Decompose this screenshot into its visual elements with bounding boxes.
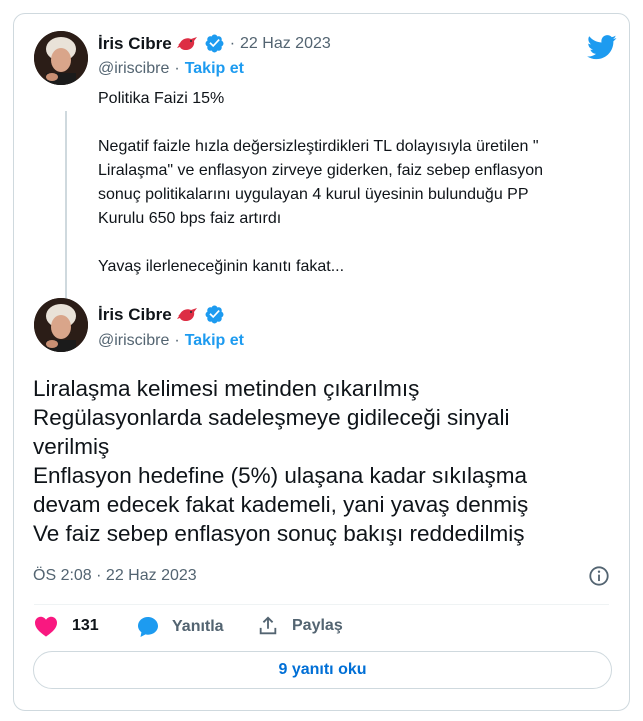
author-name[interactable]: İris Cibre xyxy=(98,305,172,325)
bird-emoji-icon xyxy=(176,36,197,50)
tweet-text-line: devam edecek fakat kademeli, yani yavaş … xyxy=(33,492,529,517)
avatar[interactable] xyxy=(34,298,88,352)
share-icon xyxy=(259,616,277,635)
reply-bubble-icon xyxy=(138,617,158,637)
bird-emoji-icon xyxy=(176,307,197,321)
tweet-text-line: Yavaş ilerleneceğinin kanıtı fakat... xyxy=(98,258,345,275)
tweet-text-line: Regülasyonlarda sadeleşmeye gidileceği s… xyxy=(33,405,510,430)
tweet-text-line: Politika Faizi 15% xyxy=(98,90,225,107)
embedded-tweet-card: İris Cibre · 22 Haz 2023 @iriscibre · Ta… xyxy=(13,13,630,711)
follow-link[interactable]: Takip et xyxy=(185,332,244,350)
separator-dot: · xyxy=(174,60,180,77)
author-handle[interactable]: @iriscibre xyxy=(98,332,169,350)
tweet-text-line: Liralaşma kelimesi metinden çıkarılmış xyxy=(33,376,420,401)
read-replies-label: 9 yanıtı oku xyxy=(278,661,367,678)
twitter-bird-icon[interactable] xyxy=(587,35,617,60)
main-author-row: İris Cibre xyxy=(98,304,225,325)
tweet-text-line: Kurulu 650 bps faiz artırdı xyxy=(98,210,282,227)
tweet-text-line: verilmiş xyxy=(33,434,110,459)
parent-author-row: İris Cibre · 22 Haz 2023 xyxy=(98,33,331,54)
separator-dot: · xyxy=(174,332,180,349)
avatar-image xyxy=(34,298,88,352)
tweet-timestamp[interactable]: ÖS 2:08 · 22 Haz 2023 xyxy=(33,567,197,585)
verified-badge-icon xyxy=(205,34,224,53)
parent-handle-row: @iriscibre · Takip et xyxy=(98,60,244,78)
separator-dot: · xyxy=(229,34,236,52)
read-replies-button[interactable]: 9 yanıtı oku xyxy=(33,651,612,689)
verified-badge-icon xyxy=(205,305,224,324)
info-icon[interactable] xyxy=(588,565,610,587)
avatar[interactable] xyxy=(34,31,88,85)
avatar-image xyxy=(34,31,88,85)
main-handle-row: @iriscibre · Takip et xyxy=(98,332,244,350)
author-name[interactable]: İris Cibre xyxy=(98,34,172,54)
heart-icon xyxy=(35,616,57,637)
follow-link[interactable]: Takip et xyxy=(185,60,244,78)
parent-tweet-text: Politika Faizi 15% Negatif faizle hızla … xyxy=(98,87,618,279)
like-action[interactable]: 131 xyxy=(34,615,99,637)
thread-connector-line xyxy=(65,111,67,299)
share-action[interactable]: Paylaş xyxy=(257,615,343,637)
tweet-text-line: sonuç politikalarını uygulayan 4 kurul ü… xyxy=(98,186,529,203)
tweet-text-line: Liralaşma" ve enflasyon zirveye giderken… xyxy=(98,162,544,179)
reply-action[interactable]: Yanıtla xyxy=(136,615,224,639)
divider xyxy=(34,604,609,605)
tweet-text-line xyxy=(98,111,618,135)
tweet-text-line: Negatif faizle hızla değersizleştirdikle… xyxy=(98,138,539,155)
tweet-date[interactable]: 22 Haz 2023 xyxy=(240,35,331,53)
author-handle[interactable]: @iriscibre xyxy=(98,60,169,78)
tweet-text-line: Ve faiz sebep enflasyon sonuç bakışı red… xyxy=(33,521,525,546)
tweet-text-line: Enflasyon hedefine (5%) ulaşana kadar sı… xyxy=(33,463,528,488)
main-tweet-text: Liralaşma kelimesi metinden çıkarılmış R… xyxy=(33,374,618,548)
share-label: Paylaş xyxy=(292,617,343,634)
like-count: 131 xyxy=(72,617,99,634)
reply-label: Yanıtla xyxy=(172,618,224,635)
tweet-text-line xyxy=(98,231,618,255)
